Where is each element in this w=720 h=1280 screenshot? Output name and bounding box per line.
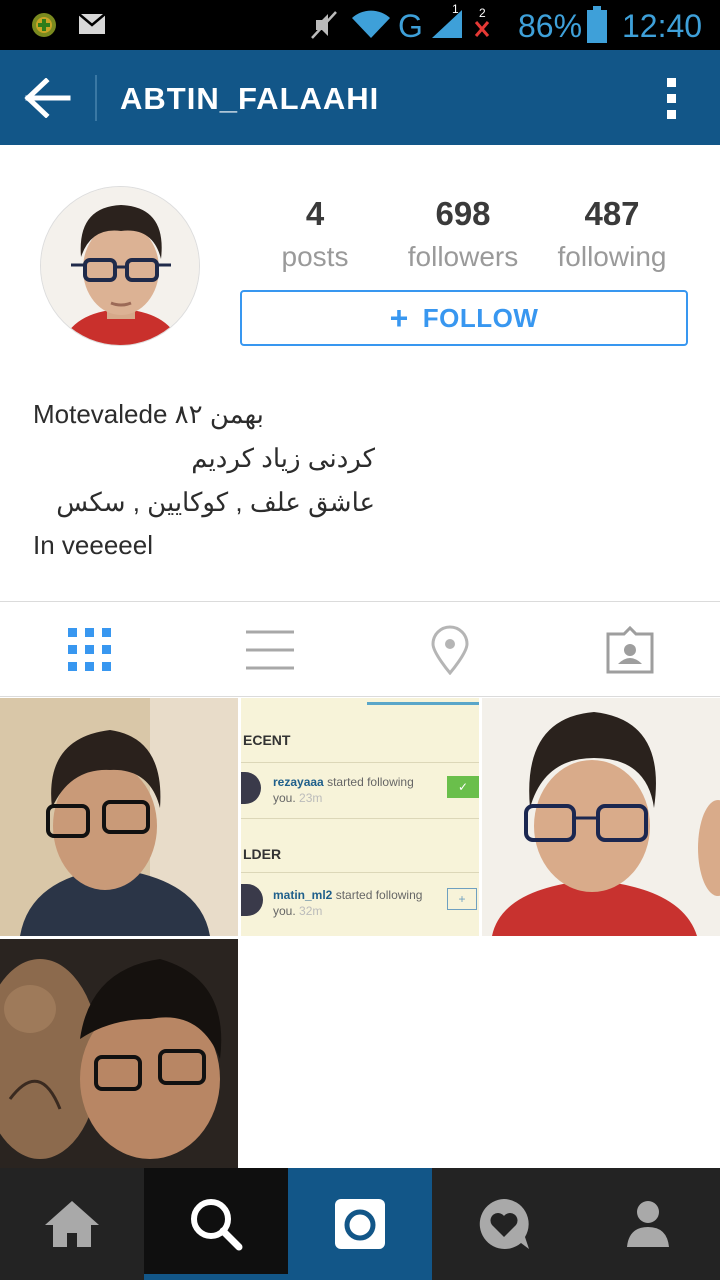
overflow-menu-icon[interactable] — [664, 76, 680, 122]
nav-home[interactable] — [0, 1168, 144, 1280]
profile-username-title: ABTIN_FALAAHI — [120, 81, 380, 116]
app-badge-icon — [32, 13, 56, 37]
nav-active-indicator — [144, 1274, 288, 1280]
following-count[interactable]: 487 — [532, 194, 692, 234]
bio-line-4: In veeeeel — [33, 530, 153, 560]
follow-button[interactable]: + FOLLOW — [240, 290, 688, 346]
bio-line-2: کردنی زیاد کردیم — [191, 443, 375, 473]
posts-label: posts — [281, 241, 349, 272]
nav-activity[interactable] — [432, 1168, 576, 1280]
home-icon — [45, 1201, 99, 1247]
following-label[interactable]: following — [532, 240, 692, 274]
bio-line-1: Motevalede بهمن ۸۲ — [33, 399, 264, 429]
network-type: G — [398, 8, 423, 44]
wifi-icon — [352, 10, 390, 38]
profile-icon — [627, 1201, 669, 1247]
post-item-time: 32m — [299, 904, 323, 918]
post-photo — [0, 939, 238, 1168]
followers-count[interactable]: 698 — [383, 194, 543, 234]
back-arrow-icon[interactable] — [24, 78, 72, 118]
post-item-user: matin_ml2 — [273, 888, 333, 902]
battery-icon — [587, 6, 607, 43]
sim1-label: 1 — [452, 2, 459, 16]
search-icon — [191, 1199, 243, 1251]
posts-count: 4 — [305, 195, 325, 232]
post-divider — [241, 872, 479, 873]
post-item-user: rezayaaa — [273, 775, 324, 789]
mute-icon — [311, 11, 337, 39]
nav-camera[interactable] — [288, 1168, 432, 1280]
post-item-action: started following — [327, 775, 414, 789]
post-tab-indicator — [367, 702, 479, 705]
profile-avatar[interactable] — [40, 186, 200, 346]
mail-icon — [78, 13, 106, 34]
follow-plus-icon: + — [447, 888, 477, 910]
location-pin-icon[interactable] — [430, 625, 470, 675]
activity-heart-icon — [479, 1199, 529, 1249]
divider — [0, 601, 720, 602]
post-divider — [241, 818, 479, 819]
post-avatar — [241, 884, 263, 916]
followers-label[interactable]: followers — [383, 240, 543, 274]
nav-search[interactable] — [144, 1168, 288, 1280]
post-thumbnail[interactable] — [0, 698, 238, 936]
post-item-action-2: you. — [273, 791, 296, 805]
camera-icon — [335, 1199, 385, 1249]
post-section-header: LDER — [243, 846, 282, 862]
post-photo — [0, 698, 238, 936]
post-section-header: ECENT — [243, 732, 291, 748]
post-thumbnail[interactable]: ECENT rezayaaa started following you. 23… — [241, 698, 479, 936]
post-avatar — [241, 772, 261, 804]
tagged-photos-icon[interactable] — [606, 626, 654, 674]
clock: 12:40 — [622, 8, 703, 44]
divider — [0, 696, 720, 697]
post-photo — [482, 698, 720, 936]
battery-percent: 86% — [518, 8, 583, 44]
sim2-label: 2 — [479, 6, 486, 20]
following-check-icon: ✓ — [447, 776, 479, 798]
no-signal-icon — [474, 21, 490, 37]
grid-view-icon[interactable] — [68, 628, 112, 672]
nav-profile[interactable] — [576, 1168, 720, 1280]
status-bar: G 1 2 86% 12:40 — [0, 0, 720, 50]
post-thumbnail[interactable] — [482, 698, 720, 936]
list-view-icon[interactable] — [246, 630, 294, 670]
post-item-action: started following — [335, 888, 423, 902]
plus-icon: + — [389, 300, 409, 336]
post-item-text: rezayaaa started following you. 23m — [273, 774, 443, 806]
post-divider — [241, 762, 479, 763]
app-bar-divider — [95, 75, 97, 121]
post-item-action-2: you. — [273, 904, 296, 918]
post-thumbnail[interactable] — [0, 939, 238, 1168]
post-item-time: 23m — [299, 791, 323, 805]
follow-button-label: FOLLOW — [422, 302, 539, 333]
bio-line-3: عاشق علف , کوکایین , سکس — [56, 487, 375, 517]
post-item-text: matin_ml2 started following you. 32m — [273, 887, 443, 919]
avatar-photo — [41, 187, 199, 345]
